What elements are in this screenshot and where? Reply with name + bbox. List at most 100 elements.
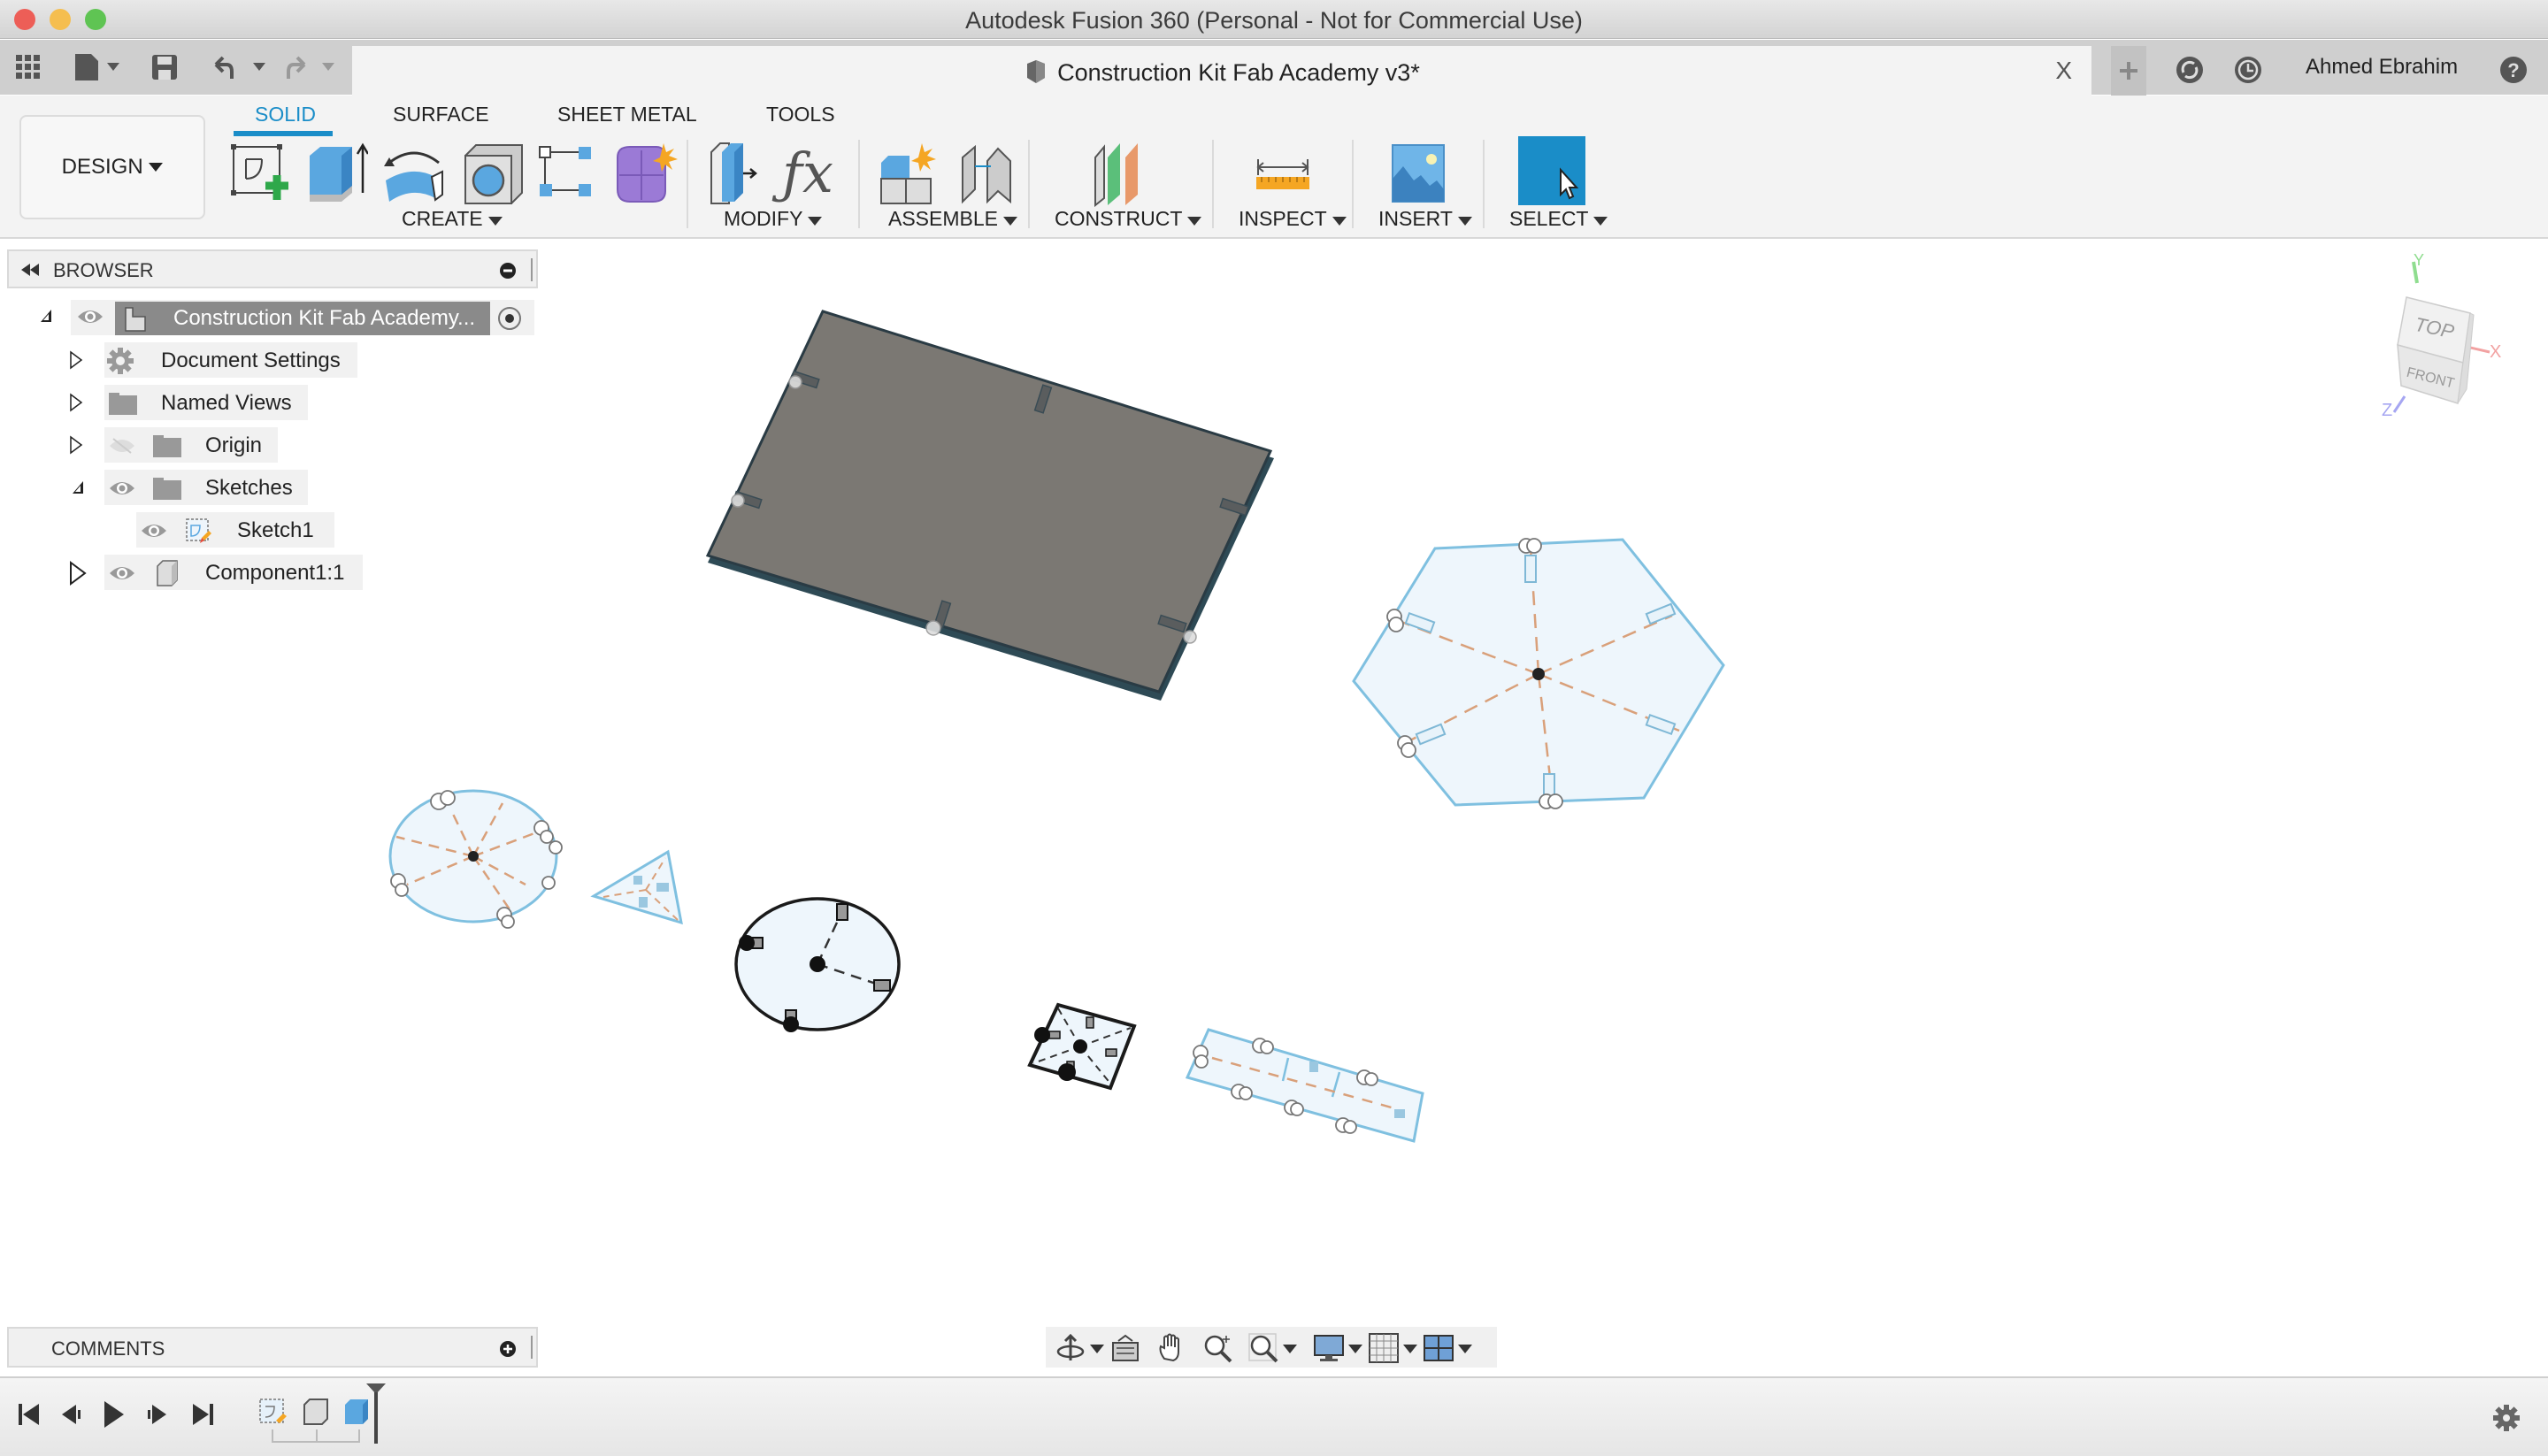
inspect-menu[interactable]: INSPECT (1239, 207, 1347, 231)
z-axis-icon (2392, 395, 2406, 413)
circle-sketch-profile-2[interactable] (734, 897, 901, 1032)
play-icon[interactable] (101, 1399, 127, 1429)
insert-menu[interactable]: INSERT (1378, 207, 1472, 231)
document-tab[interactable]: Construction Kit Fab Academy v3* X (352, 46, 2091, 96)
y-axis-label: Y (2414, 253, 2424, 269)
redo-button[interactable] (280, 51, 342, 83)
chevron-down-icon (1187, 217, 1202, 226)
offset-plane-icon[interactable] (1088, 140, 1155, 207)
chevron-down-icon (1593, 217, 1608, 226)
create-sketch-icon[interactable] (226, 140, 294, 207)
zoom-icon[interactable] (1201, 1332, 1233, 1364)
file-icon (75, 54, 119, 80)
user-name[interactable]: Ahmed Ebrahim (2306, 55, 2458, 80)
display-settings-dropdown[interactable] (1348, 1345, 1362, 1353)
panel-resize-handle[interactable] (531, 1336, 533, 1359)
step-back-icon[interactable] (58, 1401, 85, 1428)
circle-sketch-profile-1[interactable] (388, 789, 563, 929)
divider (1483, 140, 1485, 228)
undo-icon (214, 56, 265, 79)
insert-image-icon[interactable] (1385, 140, 1453, 207)
comments-panel-header: COMMENTS (7, 1327, 538, 1368)
viewports-icon[interactable] (1423, 1332, 1454, 1364)
plate-body[interactable] (705, 310, 1274, 701)
go-to-start-icon[interactable] (16, 1401, 42, 1428)
tab-surface[interactable]: SURFACE (393, 103, 489, 126)
timeline-marker[interactable] (363, 1382, 389, 1444)
hexagon-sketch-profile[interactable] (1352, 538, 1725, 809)
grid-settings-icon[interactable] (1368, 1332, 1400, 1364)
square-sketch-profile[interactable] (1027, 1002, 1137, 1091)
document-title: Construction Kit Fab Academy v3* (1057, 59, 1420, 86)
orbit-icon[interactable] (1055, 1332, 1086, 1364)
chevron-down-icon (1332, 217, 1347, 226)
select-tool-button[interactable] (1518, 136, 1585, 205)
press-pull-icon[interactable] (704, 140, 771, 207)
history-icon[interactable] (2231, 53, 2265, 87)
jobs-icon[interactable] (2173, 53, 2206, 87)
divider (687, 140, 688, 228)
undo-button[interactable] (209, 51, 271, 83)
go-to-end-icon[interactable] (189, 1401, 216, 1428)
modify-menu[interactable]: MODIFY (724, 207, 823, 231)
new-component-icon[interactable] (876, 140, 943, 207)
look-at-icon[interactable] (1109, 1332, 1141, 1364)
tab-solid[interactable]: SOLID (255, 103, 316, 126)
navigation-bar (1046, 1327, 1497, 1368)
help-icon[interactable]: ? (2497, 53, 2530, 87)
create-menu[interactable]: CREATE (402, 207, 503, 231)
pattern-icon[interactable] (534, 140, 602, 207)
select-menu[interactable]: SELECT (1509, 207, 1608, 231)
file-menu-button[interactable] (71, 51, 126, 83)
tab-sheet-metal[interactable]: SHEET METAL (557, 103, 697, 126)
chevron-down-icon (1457, 217, 1472, 226)
timeline-bar (0, 1376, 2548, 1456)
revolve-icon[interactable] (380, 140, 448, 207)
divider (1352, 140, 1354, 228)
svg-text:?: ? (2507, 59, 2519, 81)
triangle-sketch-profile[interactable] (590, 849, 683, 925)
toolbar-ribbon: DESIGN SOLID SURFACE SHEET METAL TOOLS C… (0, 96, 2548, 239)
measure-icon[interactable] (1251, 140, 1318, 207)
zoom-dropdown[interactable] (1283, 1345, 1297, 1353)
create-form-icon[interactable] (610, 140, 678, 207)
grid-settings-dropdown[interactable] (1403, 1345, 1417, 1353)
window-titlebar: Autodesk Fusion 360 (Personal - Not for … (0, 0, 2548, 39)
close-tab-button[interactable]: X (2055, 57, 2072, 85)
active-tab-indicator (234, 131, 333, 136)
chevron-down-icon (808, 217, 823, 226)
expand-panel-icon[interactable] (499, 1340, 517, 1358)
timeline-component-feature[interactable] (301, 1396, 331, 1428)
pan-icon[interactable] (1155, 1332, 1187, 1364)
chevron-down-icon (1003, 217, 1018, 226)
bar-sketch-profile[interactable] (1185, 1028, 1424, 1143)
new-tab-icon (2120, 62, 2137, 80)
workspace-switcher[interactable]: DESIGN (19, 115, 205, 219)
tab-tools[interactable]: TOOLS (766, 103, 835, 126)
view-cube[interactable]: TOP FRONT Y X Z (2371, 251, 2504, 430)
display-settings-icon[interactable] (1313, 1332, 1345, 1364)
viewports-dropdown[interactable] (1458, 1345, 1472, 1353)
design-canvas[interactable] (0, 239, 2548, 1327)
parameters-icon[interactable]: ƒx (782, 140, 849, 207)
new-tab-button[interactable] (2111, 46, 2146, 96)
fit-icon[interactable] (1247, 1332, 1279, 1364)
joint-icon[interactable] (952, 140, 1019, 207)
step-forward-icon[interactable] (143, 1401, 170, 1428)
cursor-icon (1560, 167, 1579, 200)
z-axis-label: Z (2382, 401, 2392, 420)
divider (858, 140, 860, 228)
assemble-menu[interactable]: ASSEMBLE (888, 207, 1018, 231)
timeline-group-bracket (272, 1429, 360, 1443)
extrude-icon[interactable] (301, 140, 368, 207)
grid-icon[interactable] (12, 51, 44, 83)
divider (1212, 140, 1214, 228)
x-axis-label: X (2490, 342, 2501, 362)
timeline-settings-gear-icon[interactable] (2491, 1403, 2521, 1433)
hole-icon[interactable] (460, 140, 527, 207)
orbit-dropdown[interactable] (1090, 1345, 1104, 1353)
save-icon[interactable] (149, 51, 180, 83)
comments-title: COMMENTS (51, 1337, 165, 1360)
construct-menu[interactable]: CONSTRUCT (1055, 207, 1202, 231)
timeline-sketch-feature[interactable] (257, 1396, 288, 1428)
